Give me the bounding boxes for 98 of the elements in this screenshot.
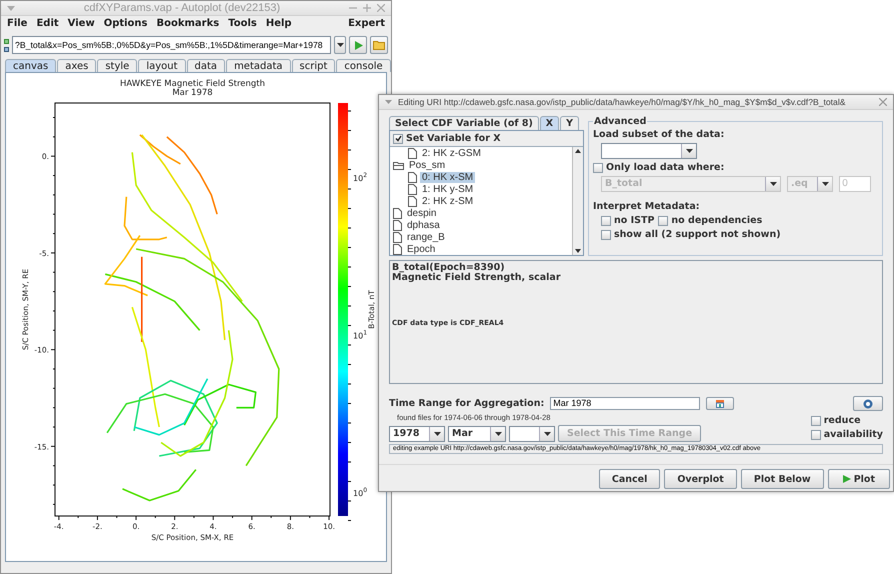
play-icon — [354, 40, 362, 50]
document-icon — [408, 172, 417, 182]
scroll-up-icon[interactable] — [573, 147, 583, 155]
menu-item[interactable]: Expert — [348, 18, 385, 29]
menu-item[interactable]: Options — [104, 18, 148, 29]
close-icon[interactable] — [377, 4, 385, 12]
dialog-button[interactable]: Cancel — [598, 469, 660, 489]
time-range-field[interactable]: Mar 1978 — [550, 397, 700, 410]
plot-title: Mar 1978 — [172, 88, 213, 98]
folder-icon[interactable] — [393, 160, 404, 170]
checkbox[interactable]: reduce — [810, 415, 883, 426]
check-icon — [394, 135, 402, 142]
tab[interactable]: Y — [560, 116, 580, 130]
checkbox-box[interactable] — [393, 134, 403, 144]
checkbox[interactable]: Set Variable for X — [390, 131, 583, 146]
status-squares-icon — [4, 38, 9, 52]
description-text: Magnetic Field Strength, scalar — [392, 273, 562, 283]
field-label: Time Range for Aggregation: — [389, 398, 544, 409]
scroll-down-icon[interactable] — [573, 247, 583, 255]
document-icon — [408, 184, 417, 194]
calendar-button[interactable] — [706, 397, 734, 410]
group-legend: Advanced — [593, 116, 648, 127]
colorbar-tick-label: 10$^{0}$ — [353, 487, 368, 498]
caret-icon — [686, 149, 692, 153]
menu-item[interactable]: View — [68, 18, 95, 29]
caret-icon — [770, 182, 776, 186]
menu-item[interactable]: File — [7, 18, 28, 29]
tab[interactable]: console — [336, 59, 391, 72]
caret-icon — [822, 182, 828, 186]
help-button[interactable] — [853, 396, 883, 411]
tree-item[interactable]: range_B — [405, 232, 447, 242]
dropdown[interactable] — [509, 426, 555, 442]
menu-item[interactable]: Help — [266, 18, 292, 29]
help-icon — [863, 398, 873, 408]
maximize-icon[interactable] — [363, 4, 371, 12]
browse-button[interactable] — [370, 36, 388, 54]
dialog-button[interactable]: Plot — [828, 469, 890, 489]
tab[interactable]: script — [292, 59, 336, 72]
field-label: Load subset of the data: — [593, 129, 726, 140]
checkbox[interactable]: availability — [810, 429, 883, 440]
scrollbar[interactable] — [572, 147, 583, 255]
menu-item[interactable]: Edit — [36, 18, 59, 29]
checkbox-label: no ISTP — [614, 215, 654, 226]
dialog-button[interactable]: Plot Below — [740, 469, 824, 489]
tab[interactable]: Select CDF Variable (of 8) — [389, 116, 539, 130]
dropdown-button[interactable] — [334, 36, 346, 54]
tree-item[interactable]: 0: HK x-SM — [420, 172, 476, 182]
checkbox-box[interactable] — [601, 230, 611, 240]
uri-field[interactable]: ?B_total&x=Pos_sm%5B:,0%5D&y=Pos_sm%5B:,1%5D&timerange=Mar+1978 — [12, 36, 331, 54]
calendar-icon — [716, 400, 724, 408]
plot-title: HAWKEYE Magnetic Field Strength — [120, 79, 266, 89]
play-icon — [842, 475, 851, 483]
field-label: Interpret Metadata: — [593, 201, 701, 212]
dropdown[interactable]: Mar — [448, 426, 506, 442]
checkbox-box[interactable] — [810, 430, 821, 440]
checkbox-box[interactable] — [593, 162, 603, 172]
tab[interactable]: axes — [57, 59, 96, 72]
menu-item[interactable]: Tools — [228, 18, 257, 29]
checkbox-box[interactable] — [658, 216, 668, 226]
checkbox[interactable]: Only load data where: — [593, 162, 878, 173]
colorbar-tick-label: 10$^{2}$ — [353, 172, 368, 183]
checkbox-box[interactable] — [810, 416, 821, 426]
caret-icon — [494, 432, 502, 436]
checkbox-label: Set Variable for X — [406, 133, 501, 144]
dropdown[interactable]: 1978 — [389, 426, 445, 442]
window-title: cdfXYParams.vap - Autoplot (dev22153) — [82, 2, 282, 14]
folder-icon — [373, 40, 385, 50]
checkbox[interactable]: no ISTP — [601, 215, 654, 226]
tab[interactable]: metadata — [226, 59, 291, 72]
tab[interactable]: style — [97, 59, 138, 72]
checkbox-label: reduce — [824, 415, 861, 426]
close-icon[interactable] — [879, 98, 887, 106]
window-menu-icon[interactable] — [7, 6, 15, 10]
tree-item[interactable]: 1: HK y-SM — [420, 184, 476, 194]
tab[interactable]: data — [186, 59, 226, 72]
caret-icon — [544, 432, 550, 436]
window-menu-icon[interactable] — [385, 100, 392, 104]
tree-item[interactable]: despin — [405, 208, 438, 218]
tree-item[interactable]: 2: HK z-GSM — [420, 148, 483, 158]
checkbox-label: Only load data where: — [606, 162, 724, 173]
caret-icon — [336, 43, 344, 47]
dialog-button[interactable]: Overplot — [664, 469, 737, 489]
dropdown[interactable] — [601, 143, 697, 159]
menu-item[interactable]: Bookmarks — [156, 18, 220, 29]
tree-item[interactable]: Epoch — [405, 244, 438, 254]
tab[interactable]: canvas — [5, 59, 56, 72]
tree-item[interactable]: 2: HK z-SM — [420, 196, 476, 206]
caret-icon — [434, 432, 440, 436]
tab[interactable]: X — [540, 116, 560, 130]
tree-item[interactable]: Pos_sm — [407, 160, 448, 170]
checkbox-box[interactable] — [601, 216, 611, 226]
description-text: B_total(Epoch=8390) — [392, 263, 505, 273]
colorbar-tick-label: 10$^{1}$ — [353, 330, 368, 340]
checkbox-label: availability — [824, 429, 883, 440]
dialog-title: Editing URI http://cdaweb.gsfc.nasa.gov/istp_public/data/hawkeye/h0/mag/$Y/hk_h0_mag_$Y$m$d_v$v.cdf?B_total& — [398, 97, 846, 107]
tab[interactable]: layout — [138, 59, 186, 72]
tree-item[interactable]: dphasa — [405, 220, 442, 230]
document-icon — [408, 196, 417, 206]
